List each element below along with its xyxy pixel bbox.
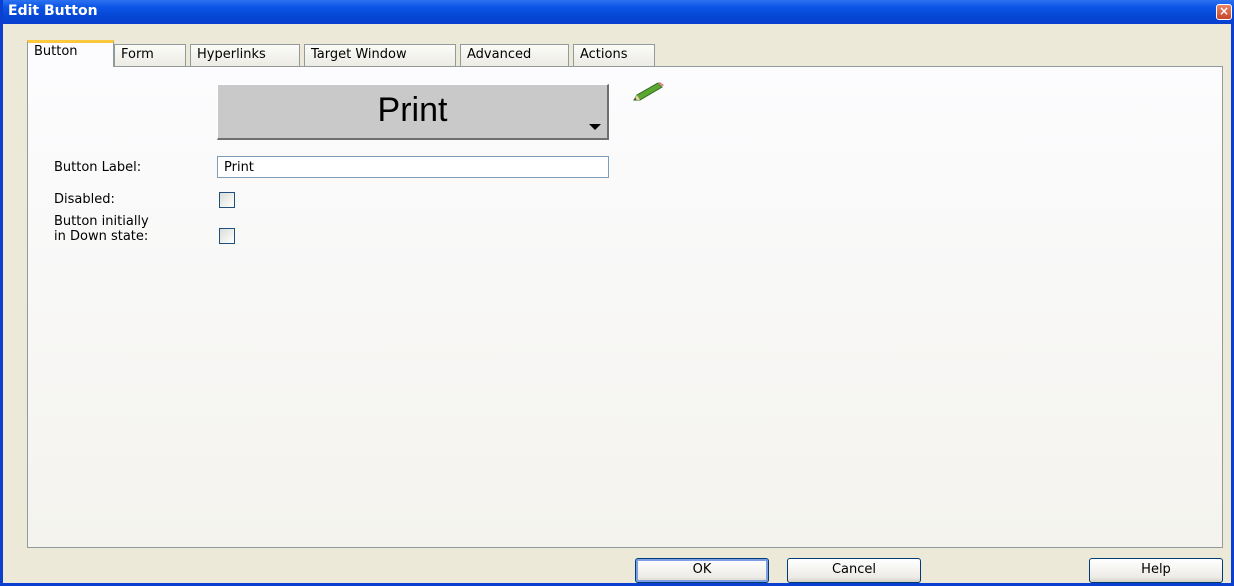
tab-panel <box>27 66 1223 548</box>
disabled-label: Disabled: <box>54 192 115 207</box>
tab-form[interactable]: Form <box>114 44 186 66</box>
button-label-input[interactable] <box>217 156 609 178</box>
title-bar[interactable]: Edit Button × <box>3 0 1234 24</box>
button-preview[interactable]: Print <box>217 84 609 140</box>
down-state-label-line1: Button initially <box>54 214 149 229</box>
window-title: Edit Button <box>8 3 98 19</box>
down-state-checkbox[interactable] <box>219 228 235 244</box>
ok-button[interactable]: OK <box>635 558 769 583</box>
tab-target-window[interactable]: Target Window <box>304 44 456 66</box>
cancel-button[interactable]: Cancel <box>787 558 921 583</box>
disabled-checkbox[interactable] <box>219 192 235 208</box>
down-state-label-line2: in Down state: <box>54 229 149 244</box>
dropdown-arrow-icon[interactable] <box>589 124 601 130</box>
tab-advanced[interactable]: Advanced <box>460 44 569 66</box>
preview-label: Print <box>377 91 448 129</box>
help-button[interactable]: Help <box>1089 558 1223 583</box>
button-label-label: Button Label: <box>54 160 142 175</box>
tab-actions[interactable]: Actions <box>573 44 655 66</box>
pencil-icon[interactable] <box>631 82 667 104</box>
tab-button[interactable]: Button <box>27 40 114 67</box>
edit-button-dialog: Edit Button × Button Form Hyperlinks Tar… <box>0 0 1234 586</box>
close-icon[interactable]: × <box>1216 4 1232 20</box>
tab-hyperlinks[interactable]: Hyperlinks <box>190 44 300 66</box>
